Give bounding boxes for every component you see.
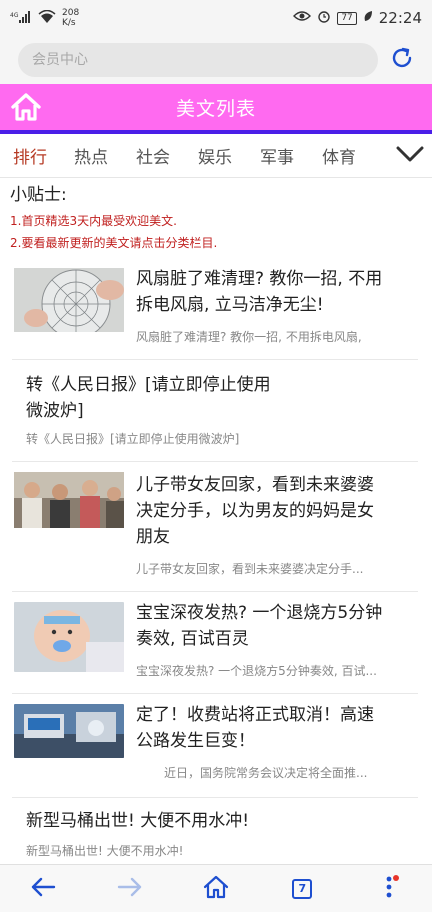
article-summary: 宝宝深夜发热? 一个退烧方5分钟奏效, 百试... (136, 664, 377, 678)
tab-military[interactable]: 军事 (246, 143, 308, 168)
article-item[interactable]: 新型马桶出世! 大便不用水冲! 新型马桶出世! 大便不用水冲! (12, 798, 418, 862)
status-right: 77 22:24 (293, 9, 422, 27)
home-button[interactable] (10, 92, 42, 122)
menu-button[interactable] (369, 869, 409, 909)
status-bar: 4G 208 K/s 77 22:24 (0, 0, 432, 36)
home-outline-icon (203, 875, 229, 903)
article-list: 风扇脏了难清理? 教你一招, 不用 拆电风扇, 立马洁净无尘! 风扇脏了难清理?… (12, 260, 418, 862)
alarm-icon (317, 9, 331, 27)
tabs-button[interactable]: 7 (282, 869, 322, 909)
tab-count: 7 (292, 878, 313, 899)
title-line: 微波炉] (26, 401, 84, 421)
title-line: 拆电风扇, 立马洁净无尘! (136, 295, 324, 315)
article-title: 新型马桶出世! 大便不用水冲! (26, 811, 250, 831)
refresh-icon (390, 46, 414, 74)
refresh-button[interactable] (390, 46, 414, 74)
back-button[interactable] (23, 869, 63, 909)
tab-hot[interactable]: 热点 (60, 143, 122, 168)
tip-line: 2.要看最新更新的美文请点击分类栏目. (10, 236, 218, 250)
forward-button[interactable] (110, 869, 150, 909)
title-line: 决定分手，以为男友的妈妈是女 (136, 501, 374, 521)
article-summary: 近日，国务院常务会议决定将全面推... (164, 766, 368, 780)
article-summary: 转《人民日报》[请立即停止使用微波炉] (26, 432, 240, 446)
article-title: 转《人民日报》[请立即停止使用 微波炉] (26, 372, 271, 424)
more-vertical-icon (385, 875, 393, 903)
wifi-icon (38, 9, 56, 27)
tab-entertainment[interactable]: 娱乐 (184, 143, 246, 168)
category-tabs: 排行 热点 社会 娱乐 军事 体育 (0, 134, 432, 178)
chevron-down-icon (396, 146, 424, 166)
address-input[interactable] (18, 43, 378, 77)
title-line: 宝宝深夜发热? 一个退烧方5分钟 (136, 603, 383, 623)
title-line: 朋友 (136, 527, 170, 547)
title-line: 公路发生巨变！ (136, 731, 255, 751)
home-nav-button[interactable] (196, 869, 236, 909)
eye-icon (293, 10, 312, 26)
signal-icon: 4G (10, 10, 32, 27)
title-line: 儿子带女友回家，看到未来婆婆 (136, 475, 374, 495)
fan-photo (14, 268, 124, 332)
article-item[interactable]: 宝宝深夜发热? 一个退烧方5分钟 奏效, 百试百灵 宝宝深夜发热? 一个退烧方5… (12, 592, 418, 694)
tips-section: 小贴士: 1.首页精选3天内最受欢迎美文. 2.要看最新更新的美文请点击分类栏目… (10, 180, 420, 254)
notification-dot (392, 874, 399, 881)
more-tabs-button[interactable] (388, 134, 432, 178)
article-title: 风扇脏了难清理? 教你一招, 不用 拆电风扇, 立马洁净无尘! (136, 266, 382, 318)
title-line: 风扇脏了难清理? 教你一招, 不用 (136, 269, 383, 289)
tollbooth-photo (14, 704, 124, 758)
article-item[interactable]: 风扇脏了难清理? 教你一招, 不用 拆电风扇, 立马洁净无尘! 风扇脏了难清理?… (12, 260, 418, 360)
leaf-icon (363, 10, 373, 26)
arrow-right-icon (117, 876, 143, 902)
title-line: 转《人民日报》[请立即停止使用 (26, 375, 271, 395)
arrow-left-icon (30, 876, 56, 902)
status-left: 4G 208 K/s (10, 8, 79, 28)
tip-line: 1.首页精选3天内最受欢迎美文. (10, 214, 177, 228)
speed-value: 208 (62, 8, 80, 18)
clock: 22:24 (378, 9, 422, 27)
article-item[interactable]: 定了！收费站将正式取消！高速 公路发生巨变！ 近日，国务院常务会议决定将全面推.… (12, 694, 418, 798)
browser-toolbar: 7 (0, 864, 432, 912)
title-line: 定了！收费站将正式取消！高速 (136, 705, 374, 725)
article-summary: 风扇脏了难清理? 教你一招, 不用拆电风扇, (136, 330, 362, 344)
network-speed: 208 K/s (62, 8, 79, 28)
battery-icon: 77 (337, 11, 357, 25)
article-summary: 儿子带女友回家，看到未来婆婆决定分手... (136, 562, 364, 576)
tips-title: 小贴士: (10, 185, 67, 205)
baby-photo (14, 602, 124, 672)
article-item[interactable]: 转《人民日报》[请立即停止使用 微波炉] 转《人民日报》[请立即停止使用微波炉] (12, 360, 418, 462)
article-summary: 新型马桶出世! 大便不用水冲! (26, 844, 184, 858)
article-title: 儿子带女友回家，看到未来婆婆 决定分手，以为男友的妈妈是女 朋友 (136, 472, 374, 550)
page-title: 美文列表 (175, 97, 256, 120)
tab-society[interactable]: 社会 (122, 143, 184, 168)
tab-ranking[interactable]: 排行 (0, 143, 60, 168)
people-photo (14, 472, 124, 536)
article-item[interactable]: 儿子带女友回家，看到未来婆婆 决定分手，以为男友的妈妈是女 朋友 儿子带女友回家… (12, 462, 418, 592)
article-title: 定了！收费站将正式取消！高速 公路发生巨变！ (136, 702, 374, 754)
article-title: 宝宝深夜发热? 一个退烧方5分钟 奏效, 百试百灵 (136, 600, 382, 652)
tab-sports[interactable]: 体育 (308, 143, 370, 168)
home-icon (10, 93, 42, 126)
page-header: 美文列表 (0, 84, 432, 130)
title-line: 奏效, 百试百灵 (136, 629, 249, 649)
svg-text:4G: 4G (10, 12, 19, 19)
browser-address-bar (0, 36, 432, 84)
speed-unit: K/s (62, 18, 76, 28)
